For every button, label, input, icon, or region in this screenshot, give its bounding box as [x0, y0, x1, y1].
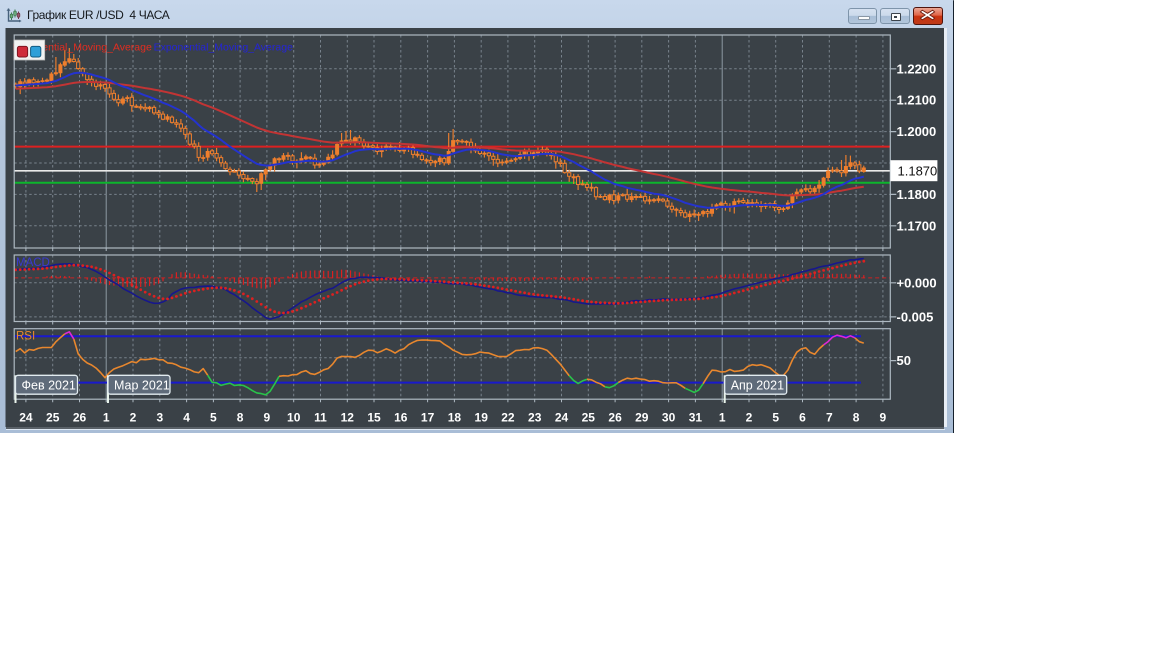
svg-text:3: 3: [156, 411, 163, 425]
svg-text:15: 15: [367, 411, 381, 425]
svg-text:9: 9: [880, 411, 887, 425]
svg-text:1.1800: 1.1800: [897, 187, 937, 202]
svg-text:1.2000: 1.2000: [897, 124, 937, 139]
svg-text:2: 2: [130, 411, 137, 425]
svg-text:2: 2: [746, 411, 753, 425]
svg-text:12: 12: [341, 411, 355, 425]
svg-text:31: 31: [689, 411, 703, 425]
svg-text:18: 18: [448, 411, 462, 425]
svg-text:25: 25: [46, 411, 60, 425]
svg-text:26: 26: [73, 411, 87, 425]
svg-text:MACD: MACD: [16, 257, 50, 269]
svg-text:Мар 2021: Мар 2021: [114, 379, 170, 393]
svg-text:4: 4: [183, 411, 190, 425]
svg-text:29: 29: [635, 411, 649, 425]
svg-text:24: 24: [19, 411, 33, 425]
svg-text:-0.005: -0.005: [897, 309, 934, 324]
svg-text:6: 6: [799, 411, 806, 425]
svg-text:1.1870: 1.1870: [898, 164, 938, 179]
svg-text:8: 8: [237, 411, 244, 425]
svg-text:5: 5: [210, 411, 217, 425]
svg-text:5: 5: [772, 411, 779, 425]
svg-text:8: 8: [853, 411, 860, 425]
svg-text:26: 26: [608, 411, 622, 425]
svg-text:16: 16: [394, 411, 408, 425]
svg-text:17: 17: [421, 411, 435, 425]
svg-text:9: 9: [264, 411, 271, 425]
svg-text:Exponential_Moving_Average: Exponential_Moving_Average: [154, 42, 293, 54]
svg-text:24: 24: [555, 411, 569, 425]
svg-text:30: 30: [662, 411, 676, 425]
svg-text:1.1700: 1.1700: [897, 218, 937, 233]
svg-text:22: 22: [501, 411, 515, 425]
svg-text:10: 10: [287, 411, 301, 425]
svg-text:1: 1: [103, 411, 110, 425]
svg-text:1.2200: 1.2200: [897, 61, 937, 76]
svg-text:11: 11: [314, 411, 327, 425]
svg-text:7: 7: [826, 411, 833, 425]
svg-text:19: 19: [475, 411, 489, 425]
svg-text:1.2100: 1.2100: [897, 93, 937, 108]
svg-text:23: 23: [528, 411, 542, 425]
svg-text:25: 25: [582, 411, 596, 425]
svg-text:1: 1: [719, 411, 726, 425]
svg-text:+0.000: +0.000: [897, 275, 937, 290]
svg-text:50: 50: [897, 353, 911, 368]
svg-text:Апр 2021: Апр 2021: [731, 379, 784, 393]
svg-text:Фев 2021: Фев 2021: [22, 379, 76, 393]
svg-text:RSI: RSI: [16, 331, 35, 343]
